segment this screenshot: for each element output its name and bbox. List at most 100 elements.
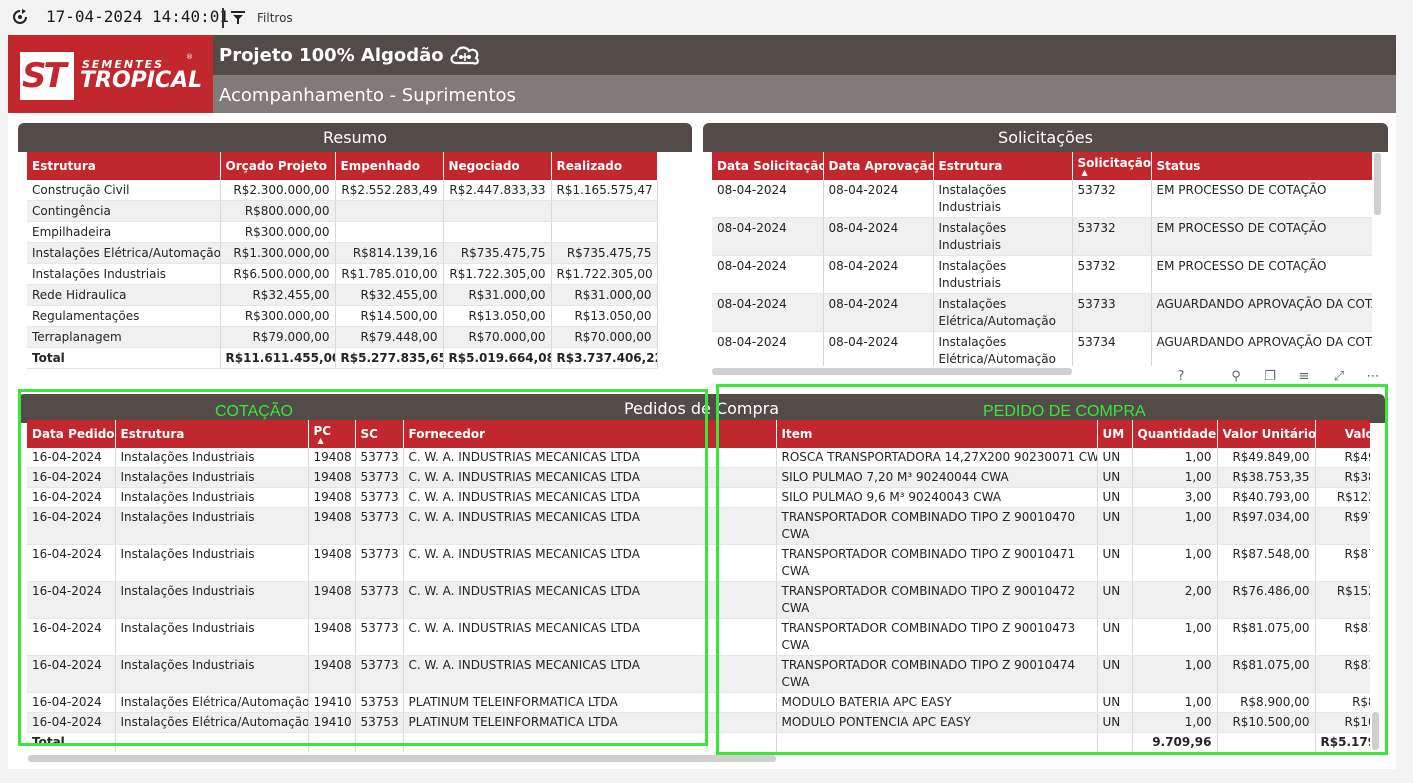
table-cell: EM PROCESSO DE COTAÇÃO: [1151, 217, 1372, 256]
table-cell: Rede Hidraulica: [27, 284, 221, 307]
column-header[interactable]: Realizado: [551, 152, 658, 180]
separator: [222, 8, 224, 28]
solicitacoes-vscrollbar[interactable]: [1374, 153, 1381, 215]
column-header[interactable]: Solicitação ▲: [1072, 152, 1152, 180]
column-header[interactable]: Negociado: [443, 152, 552, 180]
column-header[interactable]: Data Solicitação: [712, 152, 824, 180]
table-cell: R$2.447.833,33: [443, 180, 552, 202]
total-cell: R$5.277.835,65: [335, 347, 444, 370]
table-cell: Construção Civil: [27, 180, 221, 202]
resumo-header: Resumo: [18, 123, 692, 152]
column-header[interactable]: Status: [1151, 152, 1372, 180]
table-row[interactable]: 08-04-2024 08-04-2024 Instalações Industri…: [712, 255, 1372, 294]
table-cell: 08-04-2024: [823, 217, 934, 256]
table-cell: R$70.000,00: [551, 326, 658, 349]
total-cell: R$5.019.664,08: [443, 347, 552, 370]
logo-registered: ®: [186, 53, 193, 61]
table-cell: R$79.000,00: [220, 326, 336, 349]
table-row[interactable]: Instalações Industriais R$6.500.000,00 R$1…: [27, 263, 658, 286]
table-cell: [443, 200, 552, 223]
table-cell: R$800.000,00: [220, 200, 336, 223]
cotacao-annotation-label: COTAÇÃO: [215, 403, 293, 420]
logo-mark-text: ST: [22, 56, 67, 96]
solicitacoes-table: Data Solicitação Data Aprovação Estrutura S…: [712, 152, 1372, 366]
column-header[interactable]: Orçado Projeto: [220, 152, 336, 180]
table-row[interactable]: Contingência R$800.000,00: [27, 200, 658, 223]
table-cell: R$13.050,00: [443, 305, 552, 328]
table-cell: [443, 221, 552, 244]
top-bar: 17-04-2024 14:40:01 Filtros: [0, 0, 1413, 35]
column-header[interactable]: Data Aprovação: [823, 152, 934, 180]
table-row[interactable]: Regulamentações R$300.000,00 R$14.500,00 R$…: [27, 305, 658, 328]
cloud-brain-icon: [450, 46, 479, 65]
more-options-icon[interactable]: ⋯: [1365, 369, 1381, 385]
solicitacoes-header: Solicitações: [703, 123, 1388, 152]
table-cell: Empilhadeira: [27, 221, 221, 244]
table-row[interactable]: Rede Hidraulica R$32.455,00 R$32.455,00 R$3…: [27, 284, 658, 307]
table-cell: R$2.300.000,00: [220, 180, 336, 202]
cotacao-annotation-box: [18, 389, 708, 746]
table-cell: 08-04-2024: [823, 331, 934, 366]
filter-icon[interactable]: [231, 11, 245, 25]
table-cell: R$1.300.000,00: [220, 242, 336, 265]
focus-mode-icon[interactable]: ⤢: [1331, 369, 1347, 385]
table-cell: R$2.552.283,49: [335, 180, 444, 202]
table-cell: 08-04-2024: [712, 293, 824, 332]
pedidos-hscrollbar[interactable]: [28, 755, 776, 762]
solicitacoes-table-scroll[interactable]: Data Solicitação Data Aprovação Estrutura S…: [712, 152, 1372, 366]
table-cell: AGUARDANDO APROVAÇÃO DA COTAÇÃO: [1151, 293, 1372, 332]
table-cell: [551, 200, 658, 223]
table-row[interactable]: Construção Civil R$2.300.000,00 R$2.552.28…: [27, 180, 658, 202]
table-cell: 08-04-2024: [712, 331, 824, 366]
table-cell: 53732: [1072, 217, 1152, 256]
table-row[interactable]: 08-04-2024 08-04-2024 Instalações Elétrica…: [712, 331, 1372, 366]
table-cell: 08-04-2024: [712, 255, 824, 294]
table-cell: Instalações Elétrica/Automação: [933, 293, 1073, 332]
sort-asc-icon: ▲: [1081, 168, 1088, 177]
table-cell: R$735.475,75: [551, 242, 658, 265]
table-cell: R$13.050,00: [551, 305, 658, 328]
table-cell: R$1.722.305,00: [443, 263, 552, 286]
table-cell: 08-04-2024: [712, 180, 824, 218]
table-cell: 53733: [1072, 293, 1152, 332]
column-header[interactable]: Empenhado: [335, 152, 444, 180]
table-cell: EM PROCESSO DE COTAÇÃO: [1151, 180, 1372, 218]
table-cell: 53732: [1072, 180, 1152, 218]
table-row[interactable]: 08-04-2024 08-04-2024 Instalações Industri…: [712, 217, 1372, 256]
table-row[interactable]: Empilhadeira R$300.000,00: [27, 221, 658, 244]
filter-visual-icon[interactable]: ≡: [1296, 369, 1312, 385]
table-row[interactable]: Terraplanagem R$79.000,00 R$79.448,00 R$70.…: [27, 326, 658, 349]
table-cell: R$814.139,16: [335, 242, 444, 265]
total-cell: R$11.611.455,00: [220, 347, 336, 370]
column-header[interactable]: Estrutura: [27, 152, 221, 180]
table-row[interactable]: Instalações Elétrica/Automação R$1.300.00…: [27, 242, 658, 265]
table-cell: R$31.000,00: [551, 284, 658, 307]
table-row[interactable]: 08-04-2024 08-04-2024 Instalações Industri…: [712, 180, 1372, 218]
refresh-icon[interactable]: [12, 9, 28, 25]
table-cell: Terraplanagem: [27, 326, 221, 349]
table-cell: Contingência: [27, 200, 221, 223]
table-cell: R$79.448,00: [335, 326, 444, 349]
solicitacoes-hscrollbar[interactable]: [712, 368, 1072, 375]
table-cell: R$32.455,00: [335, 284, 444, 307]
total-cell: Total: [27, 347, 221, 370]
project-subtitle: Acompanhamento - Suprimentos: [219, 85, 516, 106]
table-cell: R$14.500,00: [335, 305, 444, 328]
pin-icon[interactable]: ⚲: [1228, 369, 1244, 385]
table-cell: AGUARDANDO APROVAÇÃO DA COTAÇÃO: [1151, 331, 1372, 366]
table-row[interactable]: 08-04-2024 08-04-2024 Instalações Elétrica…: [712, 293, 1372, 332]
last-refresh-datetime: 17-04-2024 14:40:01: [46, 7, 230, 26]
table-cell: 53734: [1072, 331, 1152, 366]
filters-button[interactable]: Filtros: [257, 11, 293, 25]
table-cell: R$735.475,75: [443, 242, 552, 265]
column-header[interactable]: Estrutura: [933, 152, 1073, 180]
table-cell: Instalações Industriais: [933, 180, 1073, 218]
help-icon[interactable]: ?: [1173, 369, 1189, 385]
table-cell: Instalações Industriais: [933, 255, 1073, 294]
pedido-annotation-label: PEDIDO DE COMPRA: [983, 403, 1146, 420]
table-cell: R$31.000,00: [443, 284, 552, 307]
table-cell: [335, 221, 444, 244]
table-cell: R$6.500.000,00: [220, 263, 336, 286]
brand-logo-mark: ST: [20, 52, 74, 100]
copy-icon[interactable]: ❐: [1262, 369, 1278, 385]
